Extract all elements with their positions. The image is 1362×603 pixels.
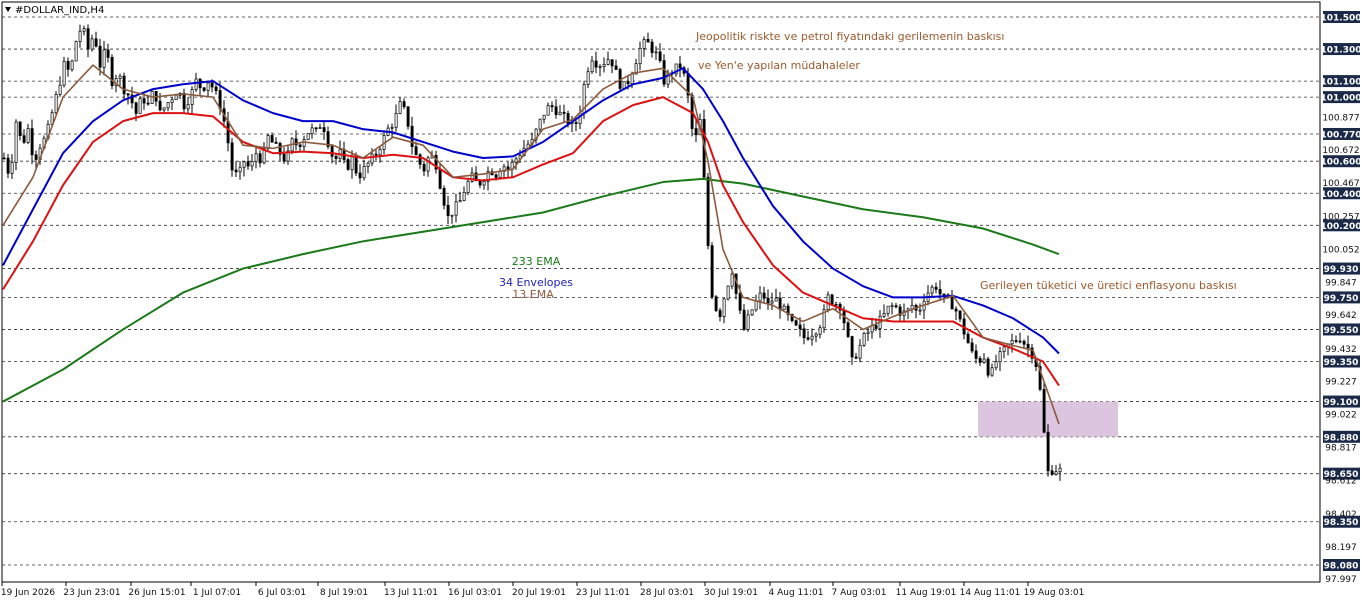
- y-tick-label: 99.930: [1324, 265, 1359, 275]
- y-tick-label: 101.100: [1321, 78, 1362, 88]
- y-tick-label: 98.197: [1325, 543, 1357, 553]
- x-tick-label: 13 Jul 11:01: [384, 588, 438, 598]
- chart-symbol-title: #DOLLAR_IND,H4: [15, 5, 104, 16]
- candle: [726, 285, 730, 301]
- candle: [986, 356, 990, 378]
- x-tick-label: 23 Jun 23:01: [63, 588, 120, 598]
- x-tick-label: 1 Jul 07:01: [193, 588, 241, 598]
- y-tick-label: 99.227: [1325, 378, 1357, 388]
- x-tick-label: 28 Jul 03:01: [640, 588, 694, 598]
- y-tick-label: 100.052: [1322, 246, 1359, 256]
- x-tick-label: 4 Aug 11:01: [769, 588, 824, 598]
- annotation-geopolitical: Jeopolitik riskte ve petrol fiyatındaki …: [695, 30, 1004, 43]
- candle: [110, 54, 114, 90]
- candle: [406, 106, 410, 130]
- y-tick-label: 99.642: [1325, 311, 1357, 321]
- y-tick-label: 97.997: [1325, 575, 1357, 585]
- y-tick-label: 99.847: [1325, 278, 1357, 288]
- candle: [346, 157, 350, 171]
- y-tick-label: 99.350: [1324, 358, 1359, 368]
- y-tick-label: 98.880: [1324, 433, 1359, 443]
- x-tick-label: 23 Jul 11:01: [576, 588, 630, 598]
- y-tick-label: 98.350: [1324, 518, 1359, 528]
- y-tick-label: 100.877: [1322, 113, 1359, 123]
- x-tick-label: 20 Jul 19:01: [512, 588, 566, 598]
- candle: [306, 133, 310, 141]
- x-tick-label: 6 Jul 03:01: [258, 588, 306, 598]
- price-chart[interactable]: 101.500 101.300 101.100 101.000 100.877 100.7…: [0, 0, 1362, 603]
- annotation-yen: ve Yen'e yapılan müdahaleler: [698, 59, 860, 72]
- y-tick-label: 98.080: [1324, 562, 1359, 572]
- candle: [706, 172, 710, 250]
- label-ema233: 233 EMA: [512, 255, 561, 268]
- y-tick-label: 98.612: [1325, 476, 1357, 486]
- y-tick-label: 100.672: [1322, 146, 1359, 156]
- y-tick-label: 101.300: [1321, 46, 1362, 56]
- y-tick-label: 99.100: [1324, 398, 1359, 408]
- x-tick-label: 14 Aug 11:01: [960, 588, 1021, 598]
- candle: [62, 56, 66, 88]
- x-tick-label: 30 Jul 19:01: [704, 588, 758, 598]
- candle: [138, 96, 142, 114]
- label-ema13: 13.EMA: [512, 288, 554, 301]
- y-tick-label: 100.200: [1321, 222, 1362, 232]
- candle: [74, 40, 78, 62]
- x-tick-label: 11 Aug 19:01: [896, 588, 957, 598]
- candle: [714, 295, 718, 312]
- candle: [862, 331, 866, 348]
- chart-title: #DOLLAR_IND,H4: [5, 5, 104, 16]
- x-tick-label: 7 Aug 03:01: [832, 588, 887, 598]
- y-tick-label: 101.500: [1321, 14, 1362, 24]
- candle: [794, 319, 798, 327]
- candle: [14, 119, 18, 171]
- y-tick-label: 98.817: [1325, 443, 1357, 453]
- x-tick-label: 8 Jul 19:01: [320, 588, 368, 598]
- y-tick-label: 99.432: [1325, 345, 1357, 355]
- y-tick-label: 100.600: [1321, 158, 1362, 168]
- candle: [710, 242, 714, 300]
- y-tick-label: 100.400: [1321, 190, 1362, 200]
- candle: [750, 309, 754, 317]
- candle: [846, 320, 850, 338]
- y-tick-label: 101.000: [1321, 94, 1362, 104]
- y-tick-label: 99.750: [1324, 294, 1359, 304]
- x-tick-label: 26 Jun 15:01: [128, 588, 185, 598]
- x-tick-label: 19 Jun 2026: [1, 588, 55, 598]
- y-tick-label: 99.550: [1324, 326, 1359, 336]
- y-tick-label: 100.770: [1321, 130, 1362, 140]
- annotation-inflation: Gerileyen tüketici ve üretici enflasyonu…: [980, 279, 1237, 292]
- x-tick-label: 19 Aug 03:01: [1024, 588, 1085, 598]
- candle: [1046, 424, 1050, 477]
- x-tick-label: 16 Jul 03:01: [448, 588, 502, 598]
- y-tick-label: 99.022: [1325, 411, 1357, 421]
